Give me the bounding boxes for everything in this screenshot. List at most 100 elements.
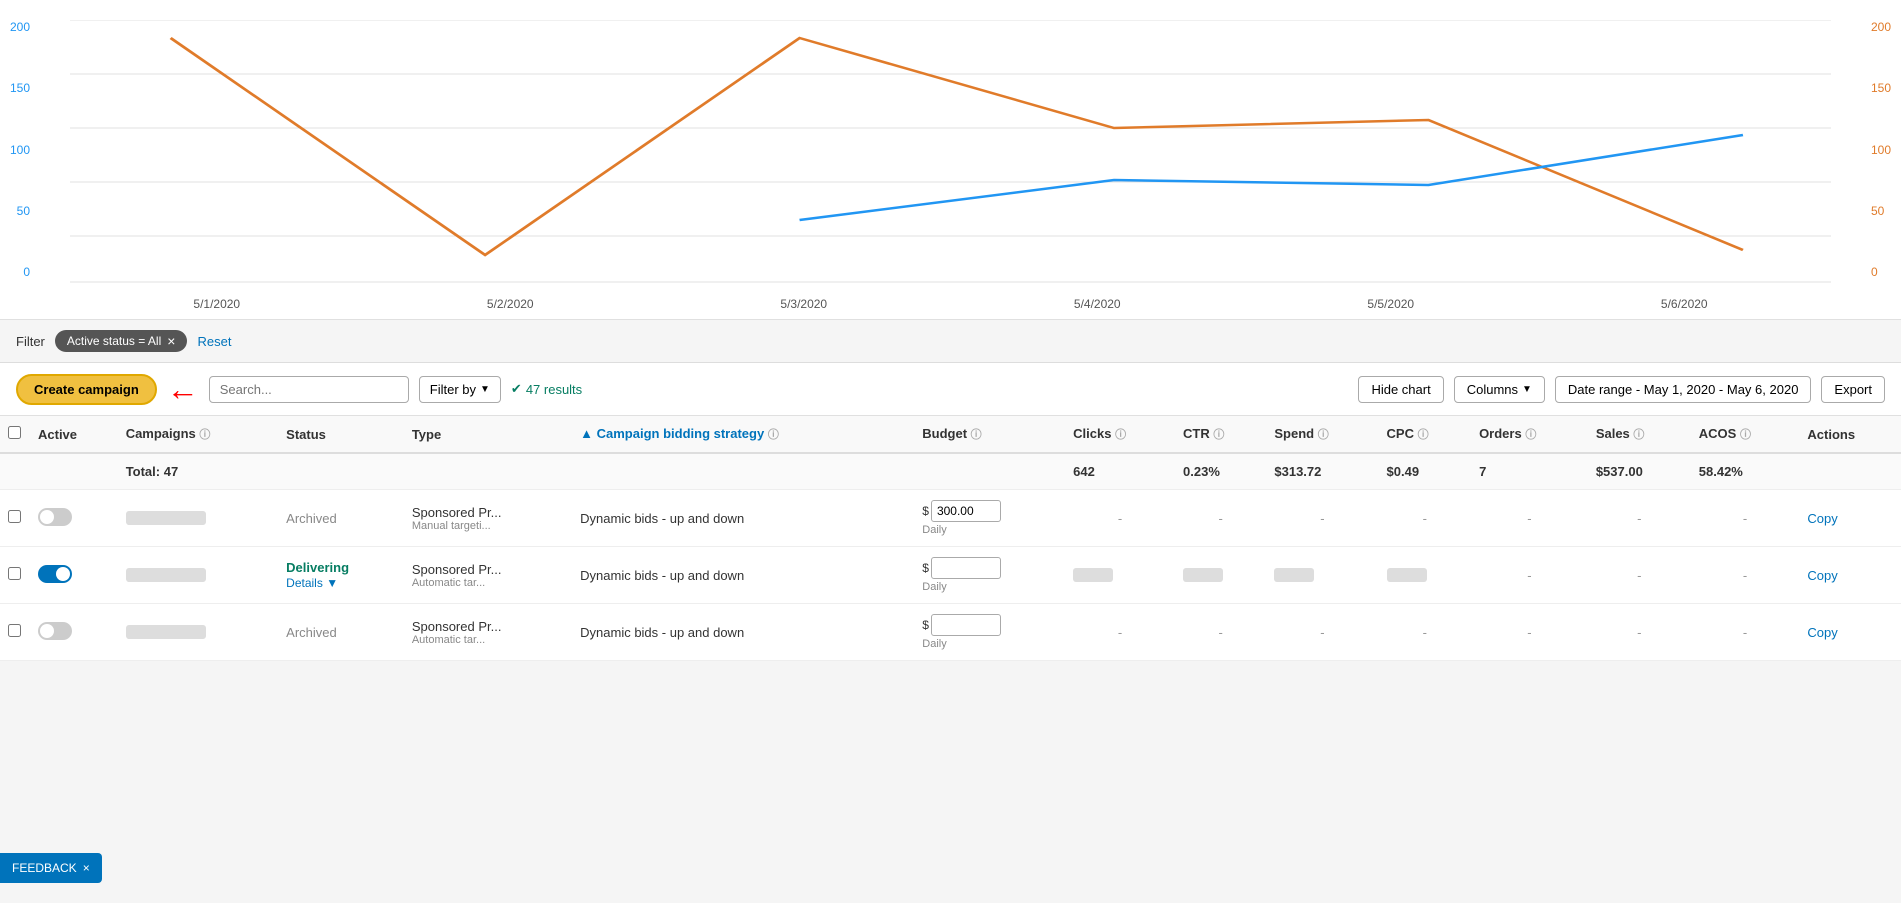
red-arrow-container: ← (167, 373, 199, 405)
row1-budget-input[interactable] (931, 500, 1001, 522)
create-campaign-button[interactable]: Create campaign (16, 374, 157, 405)
row2-campaign-name (126, 568, 206, 582)
columns-chevron-icon: ▼ (1522, 384, 1532, 395)
row3-campaign-cell (118, 604, 278, 661)
right-axis-200: 200 (1871, 20, 1891, 34)
row1-orders-cell: - (1471, 490, 1588, 547)
row2-toggle[interactable] (38, 565, 72, 583)
total-ctr-cell: 0.23% (1175, 453, 1266, 490)
campaigns-info-icon[interactable]: ⓘ (199, 429, 210, 441)
row2-copy-button[interactable]: Copy (1807, 568, 1837, 583)
toolbar: Create campaign ← Filter by ▼ ✔ 47 resul… (0, 363, 1901, 416)
row2-toggle-cell[interactable] (30, 547, 118, 604)
row3-actions-cell: Copy (1799, 604, 1901, 661)
x-label-5: 5/6/2020 (1661, 297, 1708, 311)
right-axis-50: 50 (1871, 204, 1884, 218)
row1-cpc-cell: - (1379, 490, 1472, 547)
row2-spend-cell (1266, 547, 1378, 604)
row3-budget-input[interactable] (931, 614, 1001, 636)
row2-actions-cell: Copy (1799, 547, 1901, 604)
x-label-0: 5/1/2020 (193, 297, 240, 311)
row1-clicks-cell: - (1065, 490, 1175, 547)
bid-strategy-info-icon[interactable]: ⓘ (768, 429, 779, 441)
row3-cpc-cell: - (1379, 604, 1472, 661)
select-all-checkbox[interactable] (8, 426, 21, 439)
export-button[interactable]: Export (1821, 376, 1885, 403)
row1-campaign-cell (118, 490, 278, 547)
x-label-2: 5/3/2020 (780, 297, 827, 311)
row2-type2: Automatic tar... (412, 577, 564, 589)
active-status-filter-tag[interactable]: Active status = All × (55, 330, 188, 352)
header-bid-strategy[interactable]: ▲ Campaign bidding strategy ⓘ (572, 416, 914, 453)
header-sales: Sales ⓘ (1588, 416, 1691, 453)
row1-spend-cell: - (1266, 490, 1378, 547)
filter-bar: Filter Active status = All × Reset (0, 320, 1901, 363)
total-sales-cell: $537.00 (1588, 453, 1691, 490)
columns-button[interactable]: Columns ▼ (1454, 376, 1545, 403)
row3-type2: Automatic tar... (412, 634, 564, 646)
red-arrow-icon: ← (167, 373, 199, 405)
chart-container: 200 150 100 50 0 200 150 100 50 0 5/1/20… (0, 0, 1901, 320)
budget-info-icon[interactable]: ⓘ (971, 429, 982, 441)
row2-budget-input[interactable] (931, 557, 1001, 579)
ctr-info-icon[interactable]: ⓘ (1213, 429, 1224, 441)
row1-checkbox-cell (0, 490, 30, 547)
feedback-label: FEEDBACK (12, 861, 77, 875)
row1-type1: Sponsored Pr... (412, 505, 564, 520)
row2-orders-cell: - (1471, 547, 1588, 604)
row1-type2: Manual targeti... (412, 520, 564, 532)
left-axis-50: 50 (17, 204, 30, 218)
row1-copy-button[interactable]: Copy (1807, 511, 1837, 526)
row1-toggle-cell[interactable] (30, 490, 118, 547)
row2-checkbox[interactable] (8, 567, 21, 580)
row3-bid-cell: Dynamic bids - up and down (572, 604, 914, 661)
row1-status: Archived (286, 511, 337, 526)
feedback-close-icon[interactable]: × (83, 861, 90, 875)
feedback-button[interactable]: FEEDBACK × (0, 853, 102, 883)
left-axis-200: 200 (10, 20, 30, 34)
row1-toggle[interactable] (38, 508, 72, 526)
left-axis-150: 150 (10, 81, 30, 95)
row1-budget-type: Daily (922, 524, 1057, 536)
row2-acos-cell: - (1691, 547, 1800, 604)
hide-chart-button[interactable]: Hide chart (1358, 376, 1443, 403)
acos-info-icon[interactable]: ⓘ (1740, 429, 1751, 441)
spend-info-icon[interactable]: ⓘ (1318, 429, 1329, 441)
row2-details-link[interactable]: Details ▼ (286, 576, 338, 590)
row1-type-cell: Sponsored Pr... Manual targeti... (404, 490, 572, 547)
header-acos: ACOS ⓘ (1691, 416, 1800, 453)
row2-type-cell: Sponsored Pr... Automatic tar... (404, 547, 572, 604)
row3-toggle-cell[interactable] (30, 604, 118, 661)
row3-checkbox[interactable] (8, 624, 21, 637)
left-axis-0: 0 (23, 265, 30, 279)
header-active: Active (30, 416, 118, 453)
cpc-info-icon[interactable]: ⓘ (1418, 429, 1429, 441)
sales-info-icon[interactable]: ⓘ (1633, 429, 1644, 441)
clicks-info-icon[interactable]: ⓘ (1115, 429, 1126, 441)
date-range-button[interactable]: Date range - May 1, 2020 - May 6, 2020 (1555, 376, 1812, 403)
row2-campaign-cell (118, 547, 278, 604)
reset-link[interactable]: Reset (197, 334, 231, 349)
row2-cpc-cell (1379, 547, 1472, 604)
row3-copy-button[interactable]: Copy (1807, 625, 1837, 640)
row2-clicks-blurred (1073, 568, 1113, 582)
row3-toggle[interactable] (38, 622, 72, 640)
orders-info-icon[interactable]: ⓘ (1525, 429, 1536, 441)
total-cpc-cell: $0.49 (1379, 453, 1472, 490)
row1-campaign-name (126, 511, 206, 525)
row1-checkbox[interactable] (8, 510, 21, 523)
filter-tag-close[interactable]: × (167, 334, 175, 348)
header-clicks: Clicks ⓘ (1065, 416, 1175, 453)
row3-status-cell: Archived (278, 604, 404, 661)
row2-spend-blurred (1274, 568, 1314, 582)
columns-label: Columns (1467, 382, 1518, 397)
x-label-4: 5/5/2020 (1367, 297, 1414, 311)
row2-status: Delivering (286, 560, 349, 575)
checkmark-icon: ✔ (511, 381, 522, 397)
total-checkbox-cell (0, 453, 30, 490)
campaigns-table: Active Campaigns ⓘ Status Type ▲ Campaig… (0, 416, 1901, 661)
filter-by-label: Filter by (430, 382, 476, 397)
row3-campaign-name (126, 625, 206, 639)
filter-by-button[interactable]: Filter by ▼ (419, 376, 501, 403)
search-input[interactable] (209, 376, 409, 403)
